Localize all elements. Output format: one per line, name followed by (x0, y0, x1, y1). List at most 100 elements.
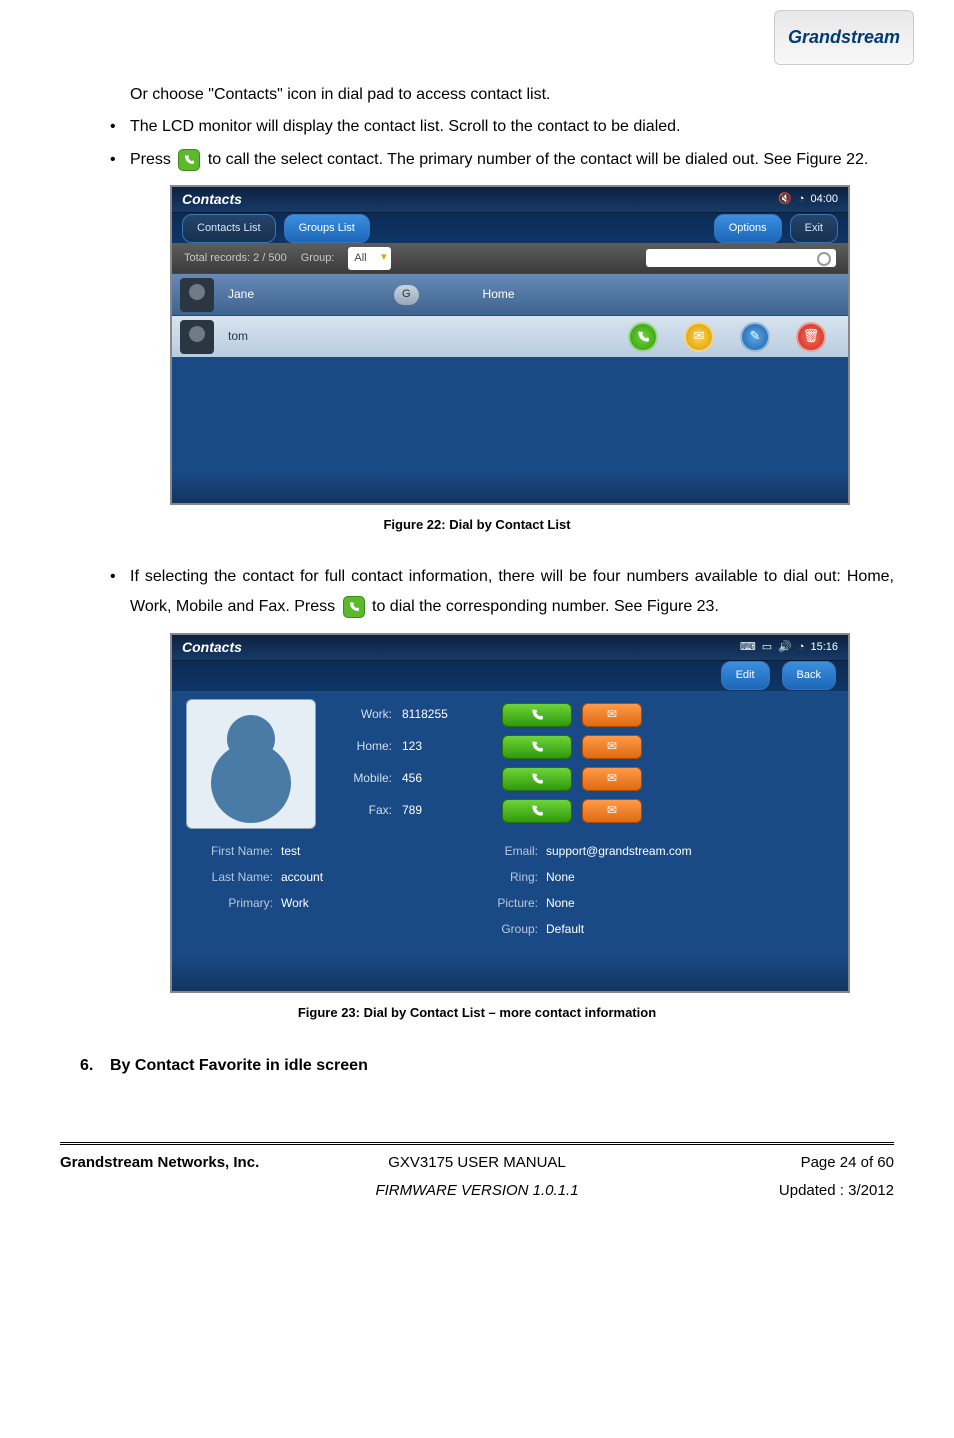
call-icon (178, 149, 200, 171)
info-row: Primary: Work Picture: None (186, 891, 834, 917)
call-button[interactable] (502, 735, 572, 759)
bullet-dot: • (110, 145, 130, 175)
info-label: Primary: (186, 892, 281, 915)
heading-6-text: By Contact Favorite in idle screen (110, 1051, 368, 1081)
num-value: 456 (402, 767, 492, 790)
info-value: None (546, 892, 575, 915)
contact-row-0[interactable]: Jane G Home (172, 273, 848, 315)
bullet-dot: • (110, 112, 130, 142)
clock-icon: ◔ (798, 637, 805, 658)
back-button[interactable]: Back (782, 661, 836, 690)
keyboard-icon: ⌨ (740, 637, 756, 658)
bullet-2-text: Press to call the select contact. The pr… (130, 145, 894, 175)
group-label: Group: (301, 248, 335, 269)
num-value: 123 (402, 735, 492, 758)
message-button[interactable]: ✉ (582, 703, 642, 727)
fig22-status: 🔇 ◔ 04:00 (778, 189, 838, 210)
figure-23: Contacts ⌨ ▭ 🔊 ◔ 15:16 Edit Back Work: (170, 633, 894, 993)
figure-22: Contacts 🔇 ◔ 04:00 Contacts List Groups … (170, 185, 894, 505)
brand-logo-text: Grandstream (788, 27, 900, 48)
info-label: Email: (481, 840, 546, 863)
num-row-work: Work: 8118255 ✉ (332, 699, 834, 731)
info-value: Default (546, 918, 584, 941)
bullet-2-text-b: to call the select contact. The primary … (208, 151, 869, 168)
call-icon (343, 596, 365, 618)
call-button[interactable] (502, 703, 572, 727)
page-content: Or choose "Contacts" icon in dial pad to… (60, 80, 894, 1206)
fig23-topbar: Contacts ⌨ ▭ 🔊 ◔ 15:16 (172, 635, 848, 661)
num-value: 789 (402, 799, 492, 822)
total-records-label: Total records: 2 / 500 (184, 248, 287, 269)
info-label: Picture: (481, 892, 546, 915)
info-row: Group: Default (186, 917, 834, 943)
brand-logo: Grandstream (774, 10, 914, 65)
delete-icon[interactable]: 🗑 (796, 322, 826, 352)
message-button[interactable]: ✉ (582, 735, 642, 759)
fig23-time: 15:16 (810, 637, 838, 658)
footer-page: Page 24 of 60 (616, 1149, 894, 1178)
group-dropdown[interactable]: All (348, 247, 390, 270)
info-value: test (281, 840, 481, 863)
clock-icon: ◔ (798, 189, 805, 210)
info-label: First Name: (186, 840, 281, 863)
call-button[interactable] (502, 799, 572, 823)
info-label: Last Name: (186, 866, 281, 889)
contact-row-name: Jane (224, 283, 384, 306)
message-icon[interactable]: ✉ (684, 322, 714, 352)
number-grid: Work: 8118255 ✉ Home: 123 ✉ Mobile: 456 (332, 699, 834, 829)
card-icon: ▭ (762, 637, 772, 658)
info-value: None (546, 866, 575, 889)
fig22-time: 04:00 (810, 189, 838, 210)
footer-company: Grandstream Networks, Inc. (60, 1149, 338, 1178)
page-footer: Grandstream Networks, Inc. GXV3175 USER … (60, 1142, 894, 1206)
info-label: Ring: (481, 866, 546, 889)
footer-manual: GXV3175 USER MANUAL (338, 1149, 616, 1178)
heading-6: 6. By Contact Favorite in idle screen (60, 1051, 894, 1081)
info-value: account (281, 866, 481, 889)
footer-updated: Updated : 3/2012 (616, 1177, 894, 1206)
intro-line: Or choose "Contacts" icon in dial pad to… (130, 80, 894, 110)
bullet-3-text: If selecting the contact for full contac… (130, 562, 894, 623)
edit-button[interactable]: Edit (721, 661, 770, 690)
avatar-icon (180, 320, 214, 354)
figure-22-screenshot: Contacts 🔇 ◔ 04:00 Contacts List Groups … (170, 185, 850, 505)
avatar-large (186, 699, 316, 829)
fig23-detail-body: Work: 8118255 ✉ Home: 123 ✉ Mobile: 456 (172, 691, 848, 837)
num-row-home: Home: 123 ✉ (332, 731, 834, 763)
info-value: support@grandstream.com (546, 840, 692, 863)
num-label: Work: (332, 703, 392, 726)
figure-23-caption: Figure 23: Dial by Contact List – more c… (60, 1001, 894, 1026)
speaker-icon: 🔊 (778, 637, 792, 658)
figure-22-caption: Figure 22: Dial by Contact List (60, 513, 894, 538)
call-button[interactable] (502, 767, 572, 791)
edit-icon[interactable]: ✎ (740, 322, 770, 352)
options-button[interactable]: Options (714, 214, 782, 243)
message-button[interactable]: ✉ (582, 799, 642, 823)
fig22-title: Contacts (182, 186, 242, 213)
num-label: Mobile: (332, 767, 392, 790)
num-row-mobile: Mobile: 456 ✉ (332, 763, 834, 795)
exit-button[interactable]: Exit (790, 214, 838, 243)
message-button[interactable]: ✉ (582, 767, 642, 791)
bullet-3: • If selecting the contact for full cont… (110, 562, 894, 623)
fig22-topbar: Contacts 🔇 ◔ 04:00 (172, 187, 848, 213)
avatar-icon (180, 278, 214, 312)
fig23-title: Contacts (182, 634, 242, 661)
contact-row-name: tom (224, 325, 384, 348)
tab-contacts-list[interactable]: Contacts List (182, 214, 276, 243)
bullet-3-text-b: to dial the corresponding number. See Fi… (372, 598, 719, 615)
contact-row-1[interactable]: tom ✉ ✎ 🗑 (172, 315, 848, 357)
speaker-icon: 🔇 (778, 189, 792, 210)
search-input[interactable] (646, 249, 836, 267)
call-icon[interactable] (628, 322, 658, 352)
contact-row-tag: Home (429, 283, 569, 306)
contact-row-actions: ✉ ✎ 🗑 (628, 322, 826, 352)
fig23-actionbar: Edit Back (172, 661, 848, 691)
info-value: Work (281, 892, 481, 915)
fig23-status: ⌨ ▭ 🔊 ◔ 15:16 (740, 637, 838, 658)
info-row: First Name: test Email: support@grandstr… (186, 839, 834, 865)
info-label: Group: (481, 918, 546, 941)
figure-23-screenshot: Contacts ⌨ ▭ 🔊 ◔ 15:16 Edit Back Work: (170, 633, 850, 993)
bullet-1: • The LCD monitor will display the conta… (110, 112, 894, 142)
tab-groups-list[interactable]: Groups List (284, 214, 370, 243)
